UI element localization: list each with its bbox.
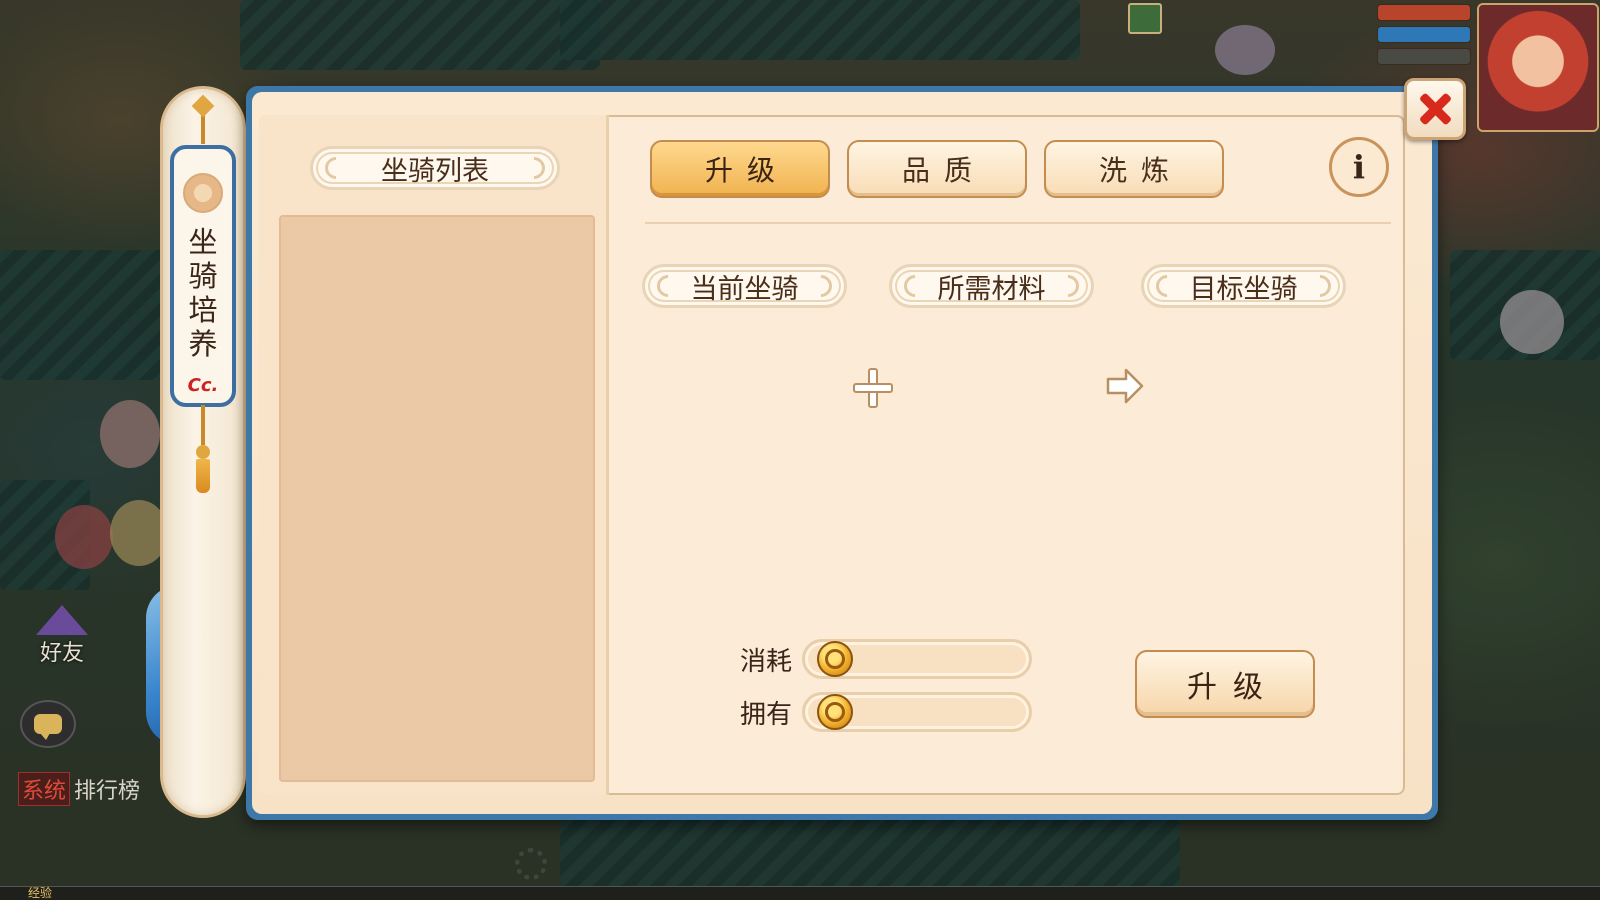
own-row: 拥有 bbox=[730, 690, 1032, 734]
friends-label: 好友 bbox=[39, 641, 84, 666]
knot-ornament bbox=[191, 86, 215, 150]
logo-mark: Cc. bbox=[187, 375, 219, 396]
friends-button[interactable]: 好友 bbox=[30, 605, 94, 667]
consume-field bbox=[802, 639, 1032, 679]
system-channel-tag: 系统 bbox=[18, 772, 71, 806]
gold-coin-icon bbox=[817, 694, 853, 730]
plus-icon bbox=[853, 368, 893, 408]
mount-list[interactable] bbox=[279, 215, 595, 782]
tab-quality[interactable]: 品质 bbox=[847, 140, 1027, 198]
window-title: 坐骑培养 bbox=[188, 225, 218, 361]
window-title-plaque: 坐骑培养 Cc. bbox=[170, 145, 236, 407]
chat-button[interactable] bbox=[20, 700, 76, 748]
mount-list-header: 坐骑列表 bbox=[310, 146, 560, 190]
tab-divider bbox=[645, 222, 1391, 224]
exp-label: 经验 bbox=[28, 886, 53, 900]
chat-bubble-icon bbox=[34, 714, 62, 740]
settings-gear-icon[interactable] bbox=[515, 848, 547, 880]
chat-message: 排行榜 bbox=[74, 779, 141, 804]
tab-upgrade[interactable]: 升级 bbox=[650, 140, 830, 198]
friends-icon bbox=[36, 605, 88, 635]
gold-coin-icon bbox=[817, 641, 853, 677]
own-label: 拥有 bbox=[739, 699, 792, 730]
current-mount-label: 当前坐骑 bbox=[642, 264, 847, 308]
player-avatar[interactable] bbox=[1477, 3, 1599, 132]
tab-refine[interactable]: 洗炼 bbox=[1044, 140, 1224, 198]
hp-bar bbox=[1377, 4, 1471, 21]
energy-bar bbox=[1377, 48, 1471, 65]
arrow-right-icon bbox=[1106, 368, 1144, 404]
consume-row: 消耗 bbox=[730, 637, 1032, 681]
consume-label: 消耗 bbox=[739, 646, 792, 677]
cloud-medal-icon bbox=[183, 173, 223, 213]
own-field bbox=[802, 692, 1032, 732]
upgrade-button[interactable]: 升级 bbox=[1135, 650, 1315, 718]
minimap-icon[interactable] bbox=[1128, 3, 1162, 34]
close-icon bbox=[1418, 92, 1452, 126]
info-button[interactable]: i bbox=[1329, 137, 1389, 197]
target-mount-label: 目标坐骑 bbox=[1141, 264, 1346, 308]
info-icon: i bbox=[1352, 148, 1366, 186]
tassel-ornament bbox=[194, 405, 212, 493]
player-status-bars bbox=[1377, 4, 1471, 70]
mp-bar bbox=[1377, 26, 1471, 43]
exp-bar bbox=[0, 886, 1600, 900]
required-materials-label: 所需材料 bbox=[889, 264, 1094, 308]
chat-preview[interactable]: 系统 排行榜 bbox=[18, 772, 140, 806]
close-button[interactable] bbox=[1404, 78, 1466, 140]
